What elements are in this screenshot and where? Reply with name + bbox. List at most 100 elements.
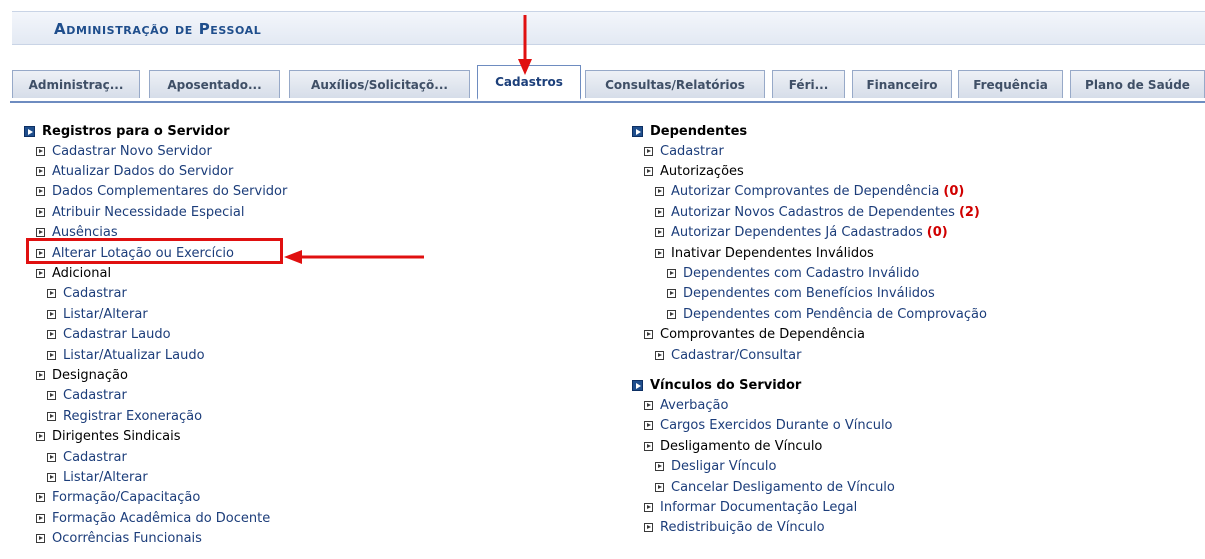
menu-link[interactable]: Desligar Vínculo: [671, 459, 776, 474]
menu-link[interactable]: Cadastrar Novo Servidor: [52, 144, 212, 159]
menu-item-listar-alterar[interactable]: Listar/Alterar: [24, 304, 287, 324]
menu-link[interactable]: Formação/Capacitação: [52, 490, 200, 505]
menu-item-atribuir-necessidade-especial[interactable]: Atribuir Necessidade Especial: [24, 202, 287, 222]
menu-bullet-icon: [655, 462, 664, 472]
menu-item-averbacao[interactable]: Averbação: [632, 395, 987, 415]
pending-count-badge: (0): [943, 184, 965, 200]
menu-link[interactable]: Listar/Atualizar Laudo: [63, 348, 205, 363]
menu-item-cancelar-desligamento-de-vinculo[interactable]: Cancelar Desligamento de Vínculo: [632, 477, 987, 497]
menu-group-label: Desligamento de Vínculo: [660, 438, 823, 454]
menu-link[interactable]: Listar/Alterar: [63, 307, 148, 322]
menu-item-dependentes-com-cadastro-invalido[interactable]: Dependentes com Cadastro Inválido: [632, 263, 987, 283]
menu-link[interactable]: Cadastrar Laudo: [63, 327, 171, 342]
menu-item-redistribuicao-de-vinculo[interactable]: Redistribuição de Vínculo: [632, 518, 987, 538]
menu-link[interactable]: Registrar Exoneração: [63, 409, 202, 424]
tab-frequencia[interactable]: Frequência: [958, 70, 1063, 98]
menu-item-ocorrencias-funcionais[interactable]: Ocorrências Funcionais: [24, 528, 287, 548]
menu-item-dependentes-com-pendencia-de-comprovacao[interactable]: Dependentes com Pendência de Comprovação: [632, 304, 987, 324]
menu-link[interactable]: Cancelar Desligamento de Vínculo: [671, 480, 895, 495]
menu-bullet-icon: [655, 482, 664, 492]
menu-bullet-icon: [36, 269, 45, 279]
menu-link[interactable]: Autorizar Novos Cadastros de Dependentes: [671, 205, 955, 220]
menu-item-registrar-exoneracao[interactable]: Registrar Exoneração: [24, 406, 287, 426]
menu-link[interactable]: Autorizar Dependentes Já Cadastrados: [671, 225, 923, 240]
menu-bullet-icon: [47, 411, 56, 421]
menu-link[interactable]: Averbação: [660, 398, 728, 413]
menu-link[interactable]: Cadastrar: [660, 144, 724, 159]
menu-bullet-icon: [47, 452, 56, 462]
pending-count-badge: (2): [958, 204, 980, 220]
tab-consultas-relatorios[interactable]: Consultas/Relatórios: [585, 70, 765, 98]
menu-group-label: Inativar Dependentes Inválidos: [671, 245, 874, 261]
menu-group-label: Comprovantes de Dependência: [660, 327, 865, 343]
section-bullet-icon: [24, 125, 35, 137]
menu-bullet-icon: [47, 472, 56, 482]
menu-link[interactable]: Cadastrar: [63, 388, 127, 403]
menu-bullet-icon: [644, 330, 653, 340]
menu-item-formacao-academica-do-docente[interactable]: Formação Acadêmica do Docente: [24, 508, 287, 528]
menu-item-listar-alterar[interactable]: Listar/Alterar: [24, 467, 287, 487]
menu-link[interactable]: Dependentes com Pendência de Comprovação: [683, 307, 987, 322]
menu-item-dependentes-com-beneficios-invalidos[interactable]: Dependentes com Benefícios Inválidos: [632, 284, 987, 304]
menu-link[interactable]: Dependentes com Benefícios Inválidos: [683, 286, 935, 301]
menu-item-autorizar-comprovantes-de-dependencia[interactable]: Autorizar Comprovantes de Dependência (0): [632, 182, 987, 202]
menu-bullet-icon: [655, 228, 664, 238]
menu-link[interactable]: Cargos Exercidos Durante o Vínculo: [660, 418, 893, 433]
menu-item-desligar-vinculo[interactable]: Desligar Vínculo: [632, 456, 987, 476]
tab-administracao[interactable]: Administraç...: [12, 70, 140, 98]
menu-item-cargos-exercidos-durante-o-vinculo[interactable]: Cargos Exercidos Durante o Vínculo: [632, 416, 987, 436]
menu-group-label: Designação: [52, 367, 128, 383]
menu-link[interactable]: Redistribuição de Vínculo: [660, 520, 825, 535]
section-registros-para-o-servidor: Registros para o Servidor Cadastrar Novo …: [24, 121, 287, 549]
tab-ferias[interactable]: Féri...: [772, 70, 845, 98]
menu-bullet-icon: [47, 309, 56, 319]
module-title: Administração de Pessoal: [54, 20, 262, 38]
menu-bullet-icon: [36, 432, 45, 442]
menu-item-cadastrar[interactable]: Cadastrar: [632, 141, 987, 161]
menu-bullet-icon: [47, 330, 56, 340]
menu-bullet-icon: [644, 441, 653, 451]
menu-item-atualizar-dados-do-servidor[interactable]: Atualizar Dados do Servidor: [24, 161, 287, 181]
section-bullet-icon: [632, 379, 643, 391]
menu-item-cadastrar[interactable]: Cadastrar: [24, 447, 287, 467]
menu-item-autorizar-novos-cadastros-de-dependentes[interactable]: Autorizar Novos Cadastros de Dependentes…: [632, 202, 987, 222]
menu-link[interactable]: Formação Acadêmica do Docente: [52, 511, 270, 526]
menu-bullet-icon: [667, 289, 676, 299]
menu-group-label: Dirigentes Sindicais: [52, 429, 181, 445]
menu-link[interactable]: Informar Documentação Legal: [660, 500, 857, 515]
menu-item-cadastrar[interactable]: Cadastrar: [24, 386, 287, 406]
section-title-text: Vínculos do Servidor: [650, 377, 802, 393]
menu-item-cadastrar-novo-servidor[interactable]: Cadastrar Novo Servidor: [24, 141, 287, 161]
menu-link[interactable]: Atribuir Necessidade Especial: [52, 205, 245, 220]
menu-item-cadastrar[interactable]: Cadastrar: [24, 284, 287, 304]
tab-plano-de-saude[interactable]: Plano de Saúde: [1070, 70, 1205, 98]
menu-bullet-icon: [47, 391, 56, 401]
menu-item-informar-documentacao-legal[interactable]: Informar Documentação Legal: [632, 497, 987, 517]
tab-financeiro[interactable]: Financeiro: [852, 70, 952, 98]
menu-item-listar-atualizar-laudo[interactable]: Listar/Atualizar Laudo: [24, 345, 287, 365]
menu-group-label: Adicional: [52, 266, 112, 282]
menu-link[interactable]: Ocorrências Funcionais: [52, 531, 202, 546]
menu-item-dirigentes-sindicais: Dirigentes Sindicais: [24, 426, 287, 446]
menu-bullet-icon: [36, 513, 45, 523]
tab-aposentadoria[interactable]: Aposentado...: [149, 70, 280, 98]
menu-item-formacao-capacitacao[interactable]: Formação/Capacitação: [24, 488, 287, 508]
menu-link[interactable]: Dados Complementares do Servidor: [52, 184, 287, 199]
menu-link[interactable]: Atualizar Dados do Servidor: [52, 164, 233, 179]
menu-item-dados-complementares-do-servidor[interactable]: Dados Complementares do Servidor: [24, 182, 287, 202]
menu-item-cadastrar-consultar[interactable]: Cadastrar/Consultar: [632, 345, 987, 365]
tab-auxilios[interactable]: Auxílios/Solicitaçõ...: [289, 70, 470, 98]
menu-link[interactable]: Cadastrar: [63, 286, 127, 301]
menu-bullet-icon: [644, 421, 653, 431]
menu-link[interactable]: Cadastrar: [63, 450, 127, 465]
menu-link[interactable]: Listar/Alterar: [63, 470, 148, 485]
menu-item-inativar-dependentes-invalidos: Inativar Dependentes Inválidos: [632, 243, 987, 263]
annotation-highlight-box: [26, 238, 283, 264]
menu-item-designacao: Designação: [24, 365, 287, 385]
menu-link[interactable]: Autorizar Comprovantes de Dependência: [671, 184, 939, 199]
menu-item-autorizar-dependentes-ja-cadastrados[interactable]: Autorizar Dependentes Já Cadastrados (0): [632, 223, 987, 243]
menu-link[interactable]: Dependentes com Cadastro Inválido: [683, 266, 919, 281]
menu-link[interactable]: Cadastrar/Consultar: [671, 348, 801, 363]
module-header: Administração de Pessoal: [12, 11, 1205, 45]
menu-item-cadastrar-laudo[interactable]: Cadastrar Laudo: [24, 325, 287, 345]
